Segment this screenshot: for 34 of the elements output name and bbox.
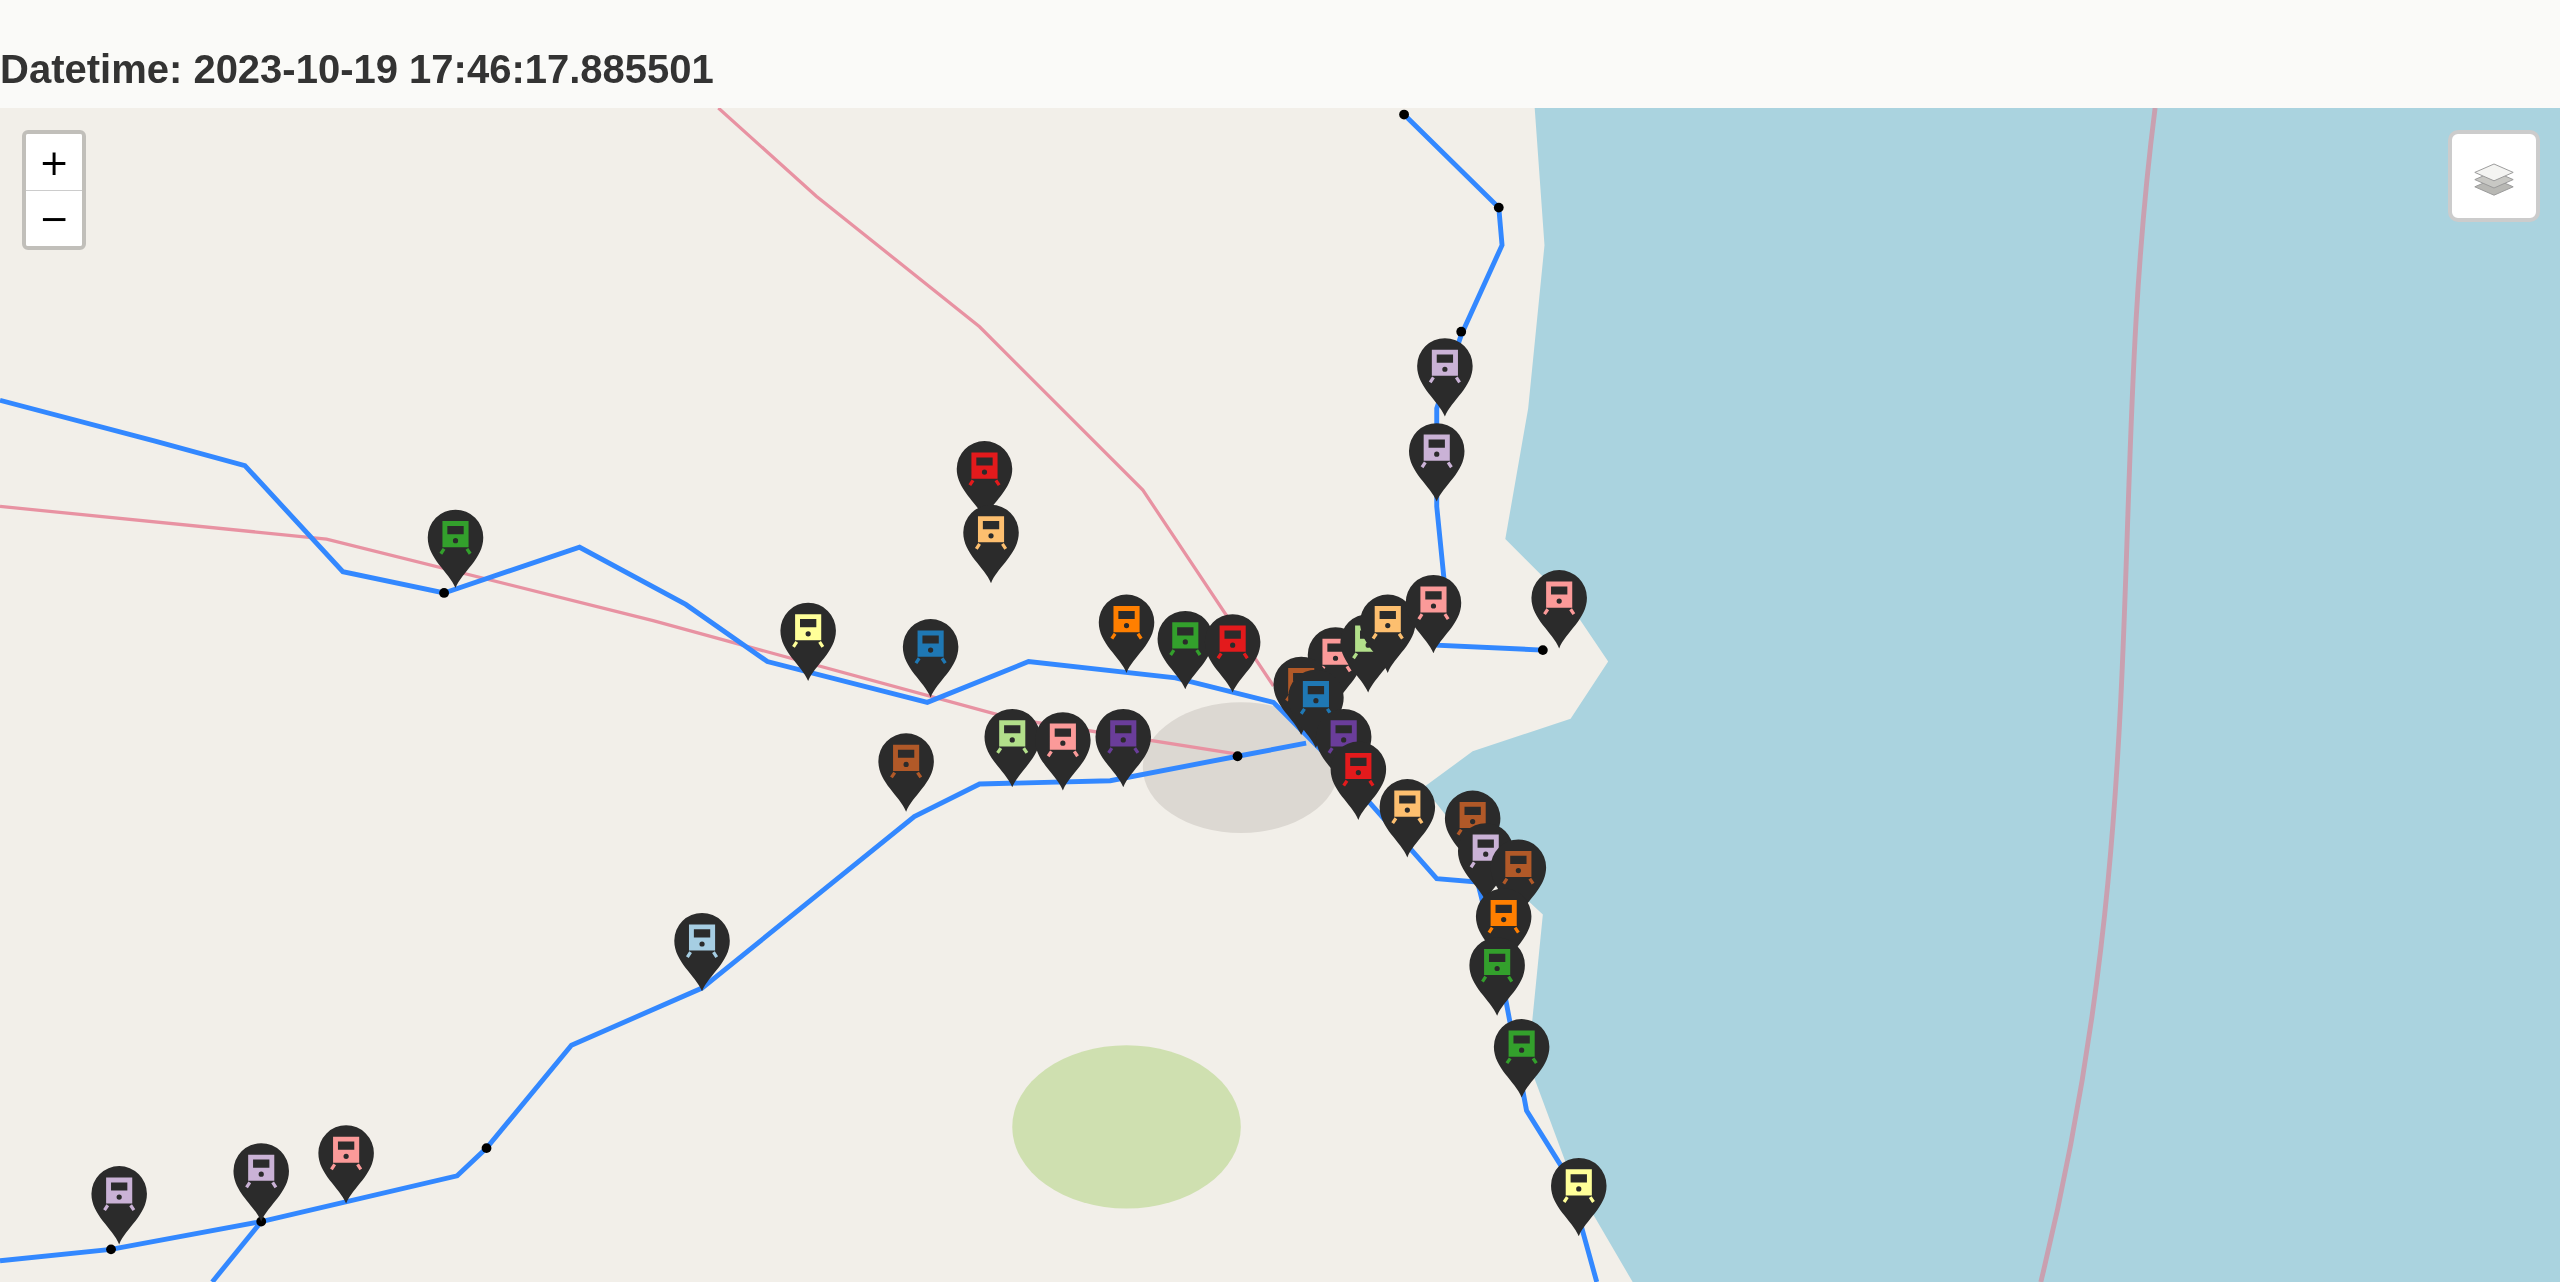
train-marker[interactable]: [318, 1125, 374, 1204]
train-marker[interactable]: [1360, 594, 1416, 673]
page-title: Datetime: 2023-10-19 17:46:17.885501: [0, 47, 714, 92]
train-marker[interactable]: [1409, 423, 1465, 502]
train-marker[interactable]: [1531, 570, 1587, 649]
train-marker[interactable]: [963, 504, 1019, 584]
station-dot: [1493, 202, 1504, 213]
zoom-out-button[interactable]: −: [26, 190, 82, 246]
train-marker[interactable]: [1379, 779, 1436, 858]
train-marker[interactable]: [1405, 575, 1462, 654]
train-marker[interactable]: [91, 1166, 147, 1245]
station-dot: [481, 1143, 492, 1153]
zoom-in-button[interactable]: +: [26, 134, 82, 190]
train-marker[interactable]: [984, 708, 1040, 788]
train-marker[interactable]: [1095, 708, 1151, 788]
train-marker[interactable]: [674, 913, 730, 992]
station-dot: [439, 588, 449, 598]
station-dot: [1232, 751, 1243, 762]
train-marker[interactable]: [427, 509, 484, 589]
train-marker[interactable]: [1551, 1157, 1607, 1237]
train-marker[interactable]: [1493, 1019, 1550, 1098]
station-dot: [1537, 645, 1548, 655]
station-dot: [1456, 326, 1467, 337]
train-marker[interactable]: [780, 602, 836, 682]
station-dot: [1399, 109, 1409, 120]
train-marker[interactable]: [1417, 338, 1473, 417]
train-marker[interactable]: [1330, 741, 1387, 820]
train-marker[interactable]: [1035, 712, 1091, 791]
train-marker[interactable]: [1469, 937, 1525, 1016]
train-marker[interactable]: [902, 619, 959, 698]
train-marker[interactable]: [233, 1143, 289, 1222]
train-marker[interactable]: [878, 733, 934, 812]
train-marker[interactable]: [1098, 594, 1155, 673]
station-dot: [106, 1244, 116, 1255]
